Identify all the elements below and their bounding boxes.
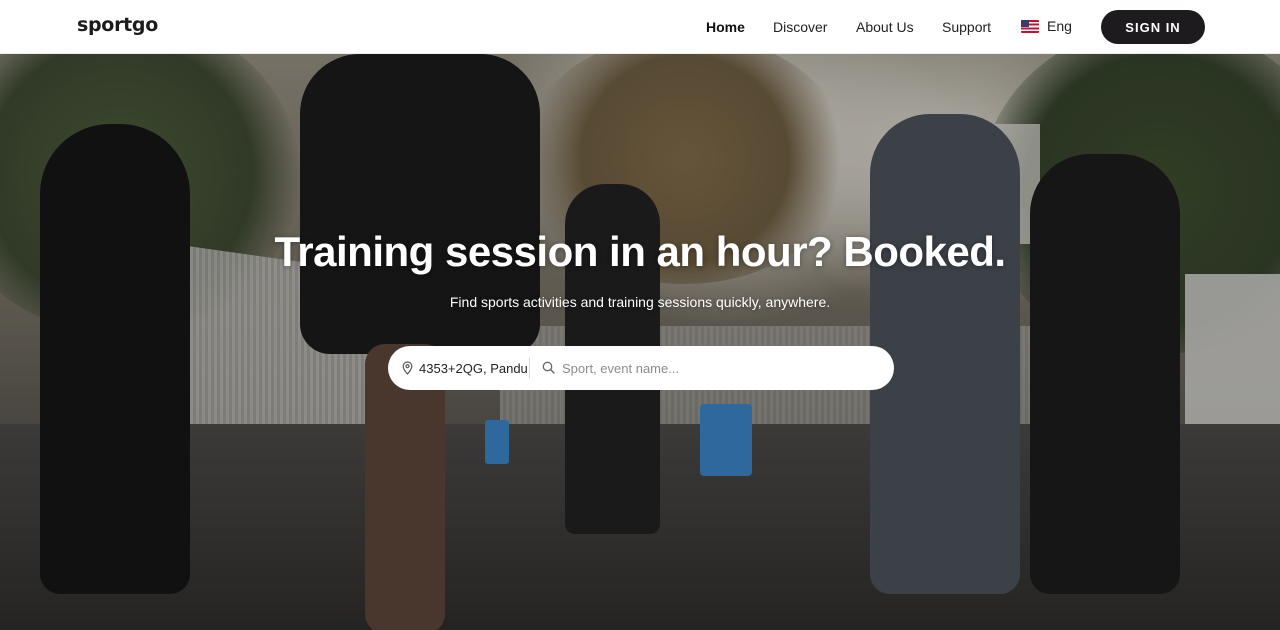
us-flag-icon	[1021, 19, 1039, 33]
nav-discover[interactable]: Discover	[773, 19, 827, 35]
sign-in-button[interactable]: SIGN IN	[1101, 10, 1205, 44]
hero-section: Training session in an hour? Booked. Fin…	[0, 54, 1280, 630]
search-divider	[529, 358, 530, 378]
search-bar	[388, 346, 894, 390]
map-pin-icon	[402, 361, 413, 375]
language-selector[interactable]: Eng	[1021, 18, 1072, 34]
nav-about-us[interactable]: About Us	[856, 19, 914, 35]
location-input[interactable]	[419, 358, 527, 378]
nav-home[interactable]: Home	[706, 19, 745, 35]
hero-subtitle: Find sports activities and training sess…	[449, 294, 831, 310]
hero-overlay	[0, 54, 1280, 630]
language-label: Eng	[1047, 18, 1072, 34]
search-icon	[542, 361, 555, 374]
nav-support[interactable]: Support	[942, 19, 991, 35]
hero-title: Training session in an hour? Booked.	[274, 228, 1006, 275]
sportgo-logo[interactable]: sportgo	[77, 14, 158, 36]
sport-event-search-input[interactable]	[562, 358, 872, 378]
top-navbar: sportgo Home Discover About Us Support E…	[0, 0, 1280, 54]
